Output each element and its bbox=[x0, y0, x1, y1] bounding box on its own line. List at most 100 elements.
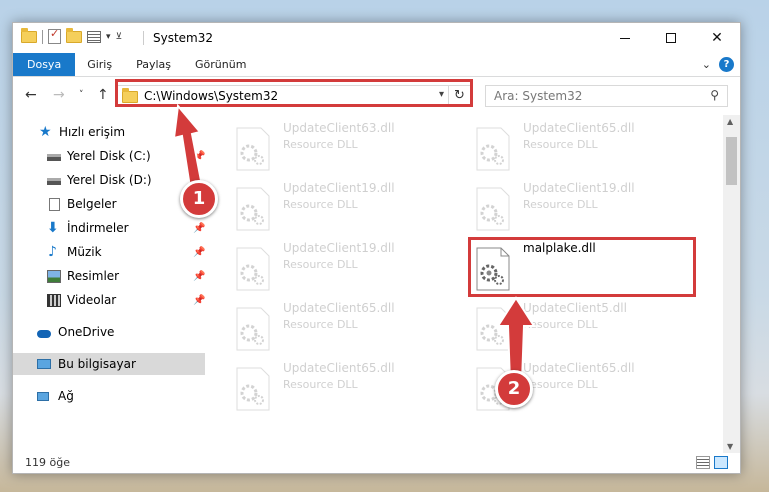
pictures-icon bbox=[47, 269, 61, 283]
file-item[interactable]: UpdateClient65.dll Resource DLL bbox=[235, 299, 465, 353]
file-type: Resource DLL bbox=[283, 378, 358, 391]
recent-locations-icon[interactable]: ˅ bbox=[79, 90, 84, 100]
pin-icon[interactable]: 📌 bbox=[193, 247, 205, 258]
file-type: Resource DLL bbox=[523, 198, 598, 211]
file-type: Resource DLL bbox=[283, 138, 358, 151]
close-icon: ✕ bbox=[711, 30, 723, 46]
dll-gear-file-icon bbox=[476, 127, 510, 171]
documents-icon bbox=[49, 197, 60, 211]
pin-icon[interactable]: 📌 bbox=[193, 223, 205, 234]
window-title: System32 bbox=[153, 31, 214, 45]
sidebar-item-this-pc[interactable]: Bu bilgisayar bbox=[13, 353, 205, 375]
file-name: UpdateClient19.dll bbox=[523, 181, 635, 195]
search-placeholder[interactable]: Ara: System32 bbox=[494, 89, 582, 103]
sidebar-item-label: Videolar bbox=[67, 293, 117, 307]
dll-gear-file-icon bbox=[236, 247, 270, 291]
videos-icon bbox=[47, 293, 61, 307]
quick-access-toolbar: ▾ ⊻ bbox=[21, 27, 123, 44]
view-properties-icon[interactable] bbox=[87, 30, 101, 43]
star-icon: ★ bbox=[39, 123, 52, 140]
minimize-button[interactable] bbox=[602, 23, 648, 53]
forward-arrow-icon[interactable]: → bbox=[53, 87, 65, 103]
sidebar-item-music[interactable]: ♪ Müzik 📌 bbox=[13, 241, 205, 263]
sidebar-item-label: Bu bilgisayar bbox=[58, 357, 136, 371]
close-button[interactable]: ✕ bbox=[694, 23, 740, 53]
title-bar: ▾ ⊻ System32 ✕ bbox=[13, 23, 740, 53]
sidebar-item-label: İndirmeler bbox=[67, 221, 129, 235]
customize-toolbar-icon[interactable]: ⊻ bbox=[116, 32, 123, 42]
new-folder-icon[interactable] bbox=[66, 27, 82, 43]
sidebar-item-label: Yerel Disk (D:) bbox=[67, 173, 152, 187]
file-type: Resource DLL bbox=[283, 198, 358, 211]
sidebar-item-downloads[interactable]: ⬇ İndirmeler 📌 bbox=[13, 217, 205, 239]
properties-checklist-icon[interactable] bbox=[48, 27, 61, 44]
toolbar-separator bbox=[42, 29, 43, 44]
file-name: UpdateClient65.dll bbox=[283, 361, 395, 375]
file-name: UpdateClient19.dll bbox=[283, 241, 395, 255]
sidebar-item-pictures[interactable]: Resimler 📌 bbox=[13, 265, 205, 287]
sidebar-item-onedrive[interactable]: OneDrive bbox=[13, 321, 205, 343]
tab-file[interactable]: Dosya bbox=[13, 53, 76, 76]
pin-icon[interactable]: 📌 bbox=[193, 271, 205, 282]
scroll-up-icon[interactable]: ▲ bbox=[727, 117, 733, 126]
file-type: Resource DLL bbox=[283, 318, 358, 331]
file-item[interactable]: UpdateClient19.dll Resource DLL bbox=[475, 179, 705, 233]
status-bar: 119 öğe bbox=[13, 453, 740, 473]
search-icon[interactable]: ⚲ bbox=[710, 88, 719, 102]
minimize-icon bbox=[620, 37, 630, 39]
tab-share[interactable]: Paylaş bbox=[124, 53, 183, 76]
step-1-badge: 1 bbox=[180, 180, 218, 218]
file-item[interactable]: UpdateClient19.dll Resource DLL bbox=[235, 179, 465, 233]
up-arrow-icon[interactable]: ↑ bbox=[97, 87, 109, 103]
file-name: UpdateClient65.dll bbox=[523, 121, 635, 135]
file-type: Resource DLL bbox=[523, 138, 598, 151]
tab-home[interactable]: Giriş bbox=[75, 53, 124, 76]
back-arrow-icon[interactable]: ← bbox=[25, 87, 37, 103]
sidebar-item-label: Yerel Disk (C:) bbox=[67, 149, 151, 163]
ribbon-tabs: Dosya Giriş Paylaş Görünüm ⌄ ? bbox=[13, 53, 740, 77]
download-icon: ⬇ bbox=[47, 219, 59, 236]
computer-icon bbox=[37, 359, 51, 369]
title-separator bbox=[143, 31, 144, 45]
help-icon[interactable]: ? bbox=[719, 57, 734, 72]
vertical-scrollbar[interactable]: ▲ ▼ bbox=[723, 115, 740, 453]
cloud-icon bbox=[37, 329, 51, 338]
pin-icon[interactable]: 📌 bbox=[193, 295, 205, 306]
ribbon-help-area: ⌄ ? bbox=[702, 57, 734, 72]
file-item[interactable]: UpdateClient65.dll Resource DLL bbox=[235, 359, 465, 413]
search-box[interactable]: Ara: System32 ⚲ bbox=[485, 85, 728, 107]
file-highlight bbox=[468, 237, 696, 297]
expand-ribbon-icon[interactable]: ⌄ bbox=[702, 58, 711, 71]
sidebar-item-label: Belgeler bbox=[67, 197, 117, 211]
dll-gear-file-icon bbox=[476, 187, 510, 231]
chevron-down-icon[interactable]: ▾ bbox=[106, 32, 111, 42]
file-name: UpdateClient65.dll bbox=[283, 301, 395, 315]
scroll-down-icon[interactable]: ▼ bbox=[727, 442, 733, 451]
file-item[interactable]: UpdateClient19.dll Resource DLL bbox=[235, 239, 465, 293]
music-icon: ♪ bbox=[48, 243, 57, 260]
window-controls: ✕ bbox=[602, 23, 740, 53]
dll-gear-file-icon bbox=[236, 307, 270, 351]
item-count: 119 öğe bbox=[25, 456, 70, 469]
tab-view[interactable]: Görünüm bbox=[183, 53, 258, 76]
file-name: UpdateClient63.dll bbox=[283, 121, 395, 135]
dll-gear-file-icon bbox=[236, 127, 270, 171]
sidebar-item-videos[interactable]: Videolar 📌 bbox=[13, 289, 205, 311]
sidebar-item-label: OneDrive bbox=[58, 325, 115, 339]
details-view-icon[interactable] bbox=[696, 456, 710, 469]
address-bar-highlight bbox=[115, 79, 473, 107]
file-item[interactable]: UpdateClient65.dll Resource DLL bbox=[475, 119, 705, 173]
file-item[interactable]: UpdateClient63.dll Resource DLL bbox=[235, 119, 465, 173]
sidebar-item-network[interactable]: Ağ bbox=[13, 385, 205, 407]
file-name: UpdateClient19.dll bbox=[283, 181, 395, 195]
file-type: Resource DLL bbox=[283, 258, 358, 271]
sidebar-item-label: Resimler bbox=[67, 269, 120, 283]
scrollbar-thumb[interactable] bbox=[726, 137, 737, 185]
folder-icon bbox=[21, 27, 37, 43]
maximize-button[interactable] bbox=[648, 23, 694, 53]
large-icons-view-icon[interactable] bbox=[714, 456, 728, 469]
drive-icon bbox=[47, 178, 61, 185]
sidebar-item-label: Müzik bbox=[67, 245, 102, 259]
maximize-icon bbox=[666, 33, 676, 43]
sidebar-item-label: Ağ bbox=[58, 389, 74, 403]
